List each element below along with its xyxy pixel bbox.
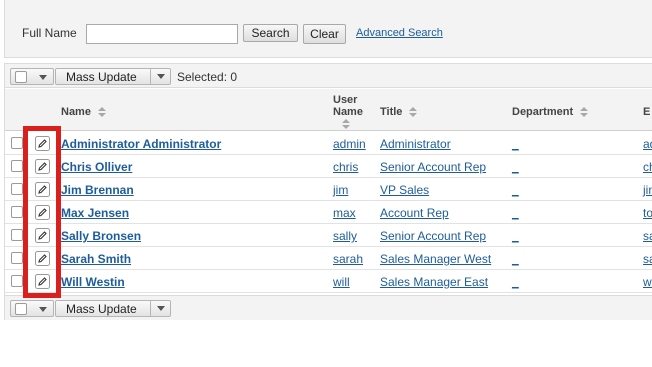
mass-update-label: Mass Update — [66, 302, 137, 316]
user-title-link[interactable]: Senior Account Rep — [380, 160, 486, 174]
user-full-name-link[interactable]: Will Westin — [61, 275, 125, 289]
column-header-user-name[interactable]: User Name — [333, 94, 363, 130]
user-email-link[interactable]: wi — [643, 275, 652, 289]
table-row: Chris Olliver chris Senior Account Rep _… — [5, 155, 652, 178]
column-label-email: E — [643, 106, 651, 118]
sort-icon[interactable] — [341, 119, 351, 130]
mass-update-button[interactable]: Mass Update — [55, 300, 171, 317]
full-name-input[interactable] — [86, 24, 238, 44]
clear-button[interactable]: Clear — [303, 24, 346, 44]
column-header-name[interactable]: Name — [61, 106, 107, 118]
pencil-edit-icon[interactable] — [35, 228, 50, 243]
mass-update-label: Mass Update — [66, 70, 137, 84]
mass-update-button[interactable]: Mass Update — [55, 68, 171, 85]
user-name-link[interactable]: max — [333, 206, 356, 220]
user-department-link[interactable]: _ — [512, 160, 519, 174]
user-name-link[interactable]: chris — [333, 160, 358, 174]
sort-icon[interactable] — [579, 107, 589, 118]
table-row: Sarah Smith sarah Sales Manager West _ s… — [5, 247, 652, 270]
pencil-edit-icon[interactable] — [35, 274, 50, 289]
pencil-edit-icon[interactable] — [35, 182, 50, 197]
column-label-name: Name — [61, 106, 91, 118]
advanced-search-link[interactable]: Advanced Search — [356, 27, 443, 39]
chevron-down-icon[interactable] — [39, 307, 47, 312]
user-department-link[interactable]: _ — [512, 252, 519, 266]
column-header-title[interactable]: Title — [380, 106, 418, 118]
column-label-title: Title — [380, 106, 403, 118]
search-panel: Full Name Search Clear Advanced Search — [4, 0, 652, 58]
user-title-link[interactable]: Senior Account Rep — [380, 229, 486, 243]
pencil-edit-icon[interactable] — [35, 136, 50, 151]
user-name-link[interactable]: sally — [333, 229, 357, 243]
chevron-down-icon[interactable] — [157, 74, 165, 79]
user-full-name-link[interactable]: Sarah Smith — [61, 252, 131, 266]
user-title-link[interactable]: Sales Manager East — [380, 275, 488, 289]
user-full-name-link[interactable]: Chris Olliver — [61, 160, 132, 174]
column-header-email[interactable]: E — [643, 106, 650, 118]
row-checkbox[interactable] — [11, 229, 23, 241]
user-email-link[interactable]: sa — [643, 229, 652, 243]
column-label-department: Department — [512, 106, 574, 118]
row-checkbox[interactable] — [11, 206, 23, 218]
user-email-link[interactable]: to — [643, 206, 652, 220]
search-button[interactable]: Search — [243, 24, 298, 42]
chevron-down-icon[interactable] — [157, 306, 165, 311]
bottom-toolbar: Mass Update — [5, 295, 652, 320]
user-department-link[interactable]: _ — [512, 206, 519, 220]
user-department-link[interactable]: _ — [512, 229, 519, 243]
user-department-link[interactable]: _ — [512, 183, 519, 197]
column-header-department[interactable]: Department — [512, 106, 589, 118]
select-all-dropdown[interactable] — [10, 68, 54, 85]
selected-count: Selected: 0 — [177, 70, 238, 84]
pencil-edit-icon[interactable] — [35, 159, 50, 174]
user-email-link[interactable]: ch — [643, 160, 652, 174]
column-label-user-line1: User — [333, 94, 358, 106]
sort-icon[interactable] — [97, 107, 107, 118]
pencil-edit-icon[interactable] — [35, 251, 50, 266]
user-title-link[interactable]: Account Rep — [380, 206, 449, 220]
row-checkbox[interactable] — [11, 275, 23, 287]
row-checkbox[interactable] — [11, 137, 23, 149]
user-title-link[interactable]: VP Sales — [380, 183, 429, 197]
button-divider — [150, 69, 151, 84]
select-all-checkbox[interactable] — [15, 71, 27, 83]
user-full-name-link[interactable]: Administrator Administrator — [61, 137, 221, 151]
user-full-name-link[interactable]: Jim Brennan — [61, 183, 134, 197]
user-email-link[interactable]: ad — [643, 137, 652, 151]
select-all-checkbox[interactable] — [15, 303, 27, 315]
chevron-down-icon[interactable] — [39, 75, 47, 80]
table-row: Max Jensen max Account Rep _ to — [5, 201, 652, 224]
table-row: Administrator Administrator admin Admini… — [5, 132, 652, 155]
button-divider — [150, 301, 151, 316]
row-checkbox[interactable] — [11, 183, 23, 195]
table-row: Sally Bronsen sally Senior Account Rep _… — [5, 224, 652, 247]
user-full-name-link[interactable]: Sally Bronsen — [61, 229, 141, 243]
user-name-link[interactable]: admin — [333, 137, 366, 151]
column-label-user-line2: Name — [333, 106, 363, 118]
user-email-link[interactable]: jin — [643, 183, 652, 197]
row-checkbox[interactable] — [11, 160, 23, 172]
row-checkbox[interactable] — [11, 252, 23, 264]
table-row: Will Westin will Sales Manager East _ wi — [5, 270, 652, 293]
user-name-link[interactable]: sarah — [333, 252, 363, 266]
user-department-link[interactable]: _ — [512, 275, 519, 289]
select-all-dropdown[interactable] — [10, 300, 54, 317]
user-department-link[interactable]: _ — [512, 137, 519, 151]
full-name-label: Full Name — [22, 26, 77, 40]
table-header: Name User Name Title Department E — [5, 89, 652, 131]
table-row: Jim Brennan jim VP Sales _ jin — [5, 178, 652, 201]
user-email-link[interactable]: sa — [643, 252, 652, 266]
user-name-link[interactable]: jim — [333, 183, 348, 197]
user-list: Mass Update Selected: 0 Name User Name T… — [4, 63, 652, 320]
sort-icon[interactable] — [408, 107, 418, 118]
user-title-link[interactable]: Administrator — [380, 137, 451, 151]
user-title-link[interactable]: Sales Manager West — [380, 252, 491, 266]
user-full-name-link[interactable]: Max Jensen — [61, 206, 129, 220]
user-name-link[interactable]: will — [333, 275, 350, 289]
top-toolbar: Mass Update Selected: 0 — [5, 64, 652, 88]
pencil-edit-icon[interactable] — [35, 205, 50, 220]
